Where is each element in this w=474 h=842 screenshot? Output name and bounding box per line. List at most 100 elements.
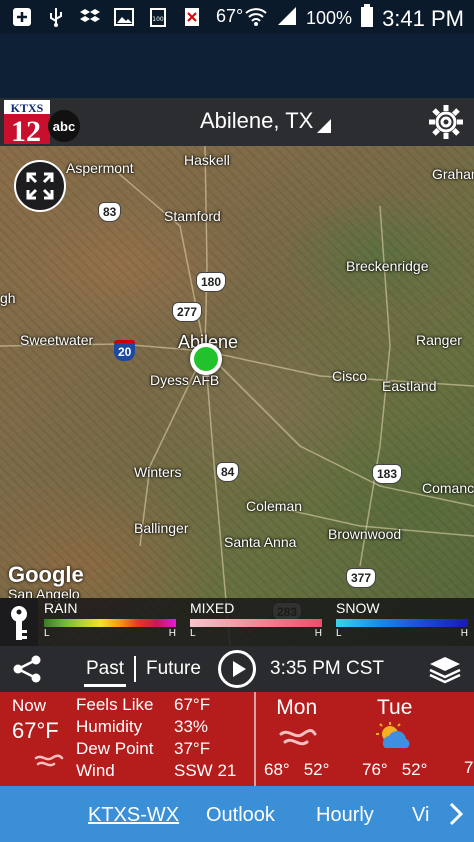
low-temp: 52° [303,760,330,779]
settings-button[interactable] [426,102,466,142]
banner-area [0,34,474,98]
status-bar: 100 67° 100% 3:41 PM [0,0,474,34]
share-button[interactable] [10,654,44,684]
weather-divider [254,692,256,786]
wind-icon [34,752,64,773]
tab-divider [134,656,136,682]
layers-button[interactable] [428,654,462,684]
city-label: Stamford [164,208,221,224]
city-label: Sweetwater [20,332,94,348]
city-label: Santa Anna [224,534,297,550]
highway-shield: 180 [196,272,227,292]
city-label: Brownwood [328,526,402,542]
city-label: Aspermont [66,160,134,176]
battery-icon [360,4,374,33]
wind-label: Wind [76,761,115,780]
city-label: Winters [134,464,182,480]
usb-icon [46,7,66,27]
legend-key-button[interactable] [0,598,38,646]
map-attribution: Google [8,562,84,587]
status-time: 3:41 PM [382,5,464,31]
day-name: Mon [276,696,318,719]
feels-like-label: Feels Like [76,695,154,714]
legend-mixed: MIXED LH [190,600,322,639]
low-temp: 52° [401,760,428,779]
city-label: Comanc [422,480,474,496]
humidity-label: Humidity [76,717,143,736]
city-label: gh [0,290,16,306]
legend-rain: RAIN LH [44,600,176,639]
svg-text:abc: abc [53,119,75,134]
add-icon [12,7,32,27]
precip-legend: RAIN LH MIXED LH SNOW LH [0,598,474,646]
feels-like-value: 67°F [174,695,211,714]
city-label: Cisco [332,368,368,384]
location-label: Abilene, TX [200,108,314,133]
high-temp: 68° [264,760,290,779]
nav-video[interactable]: Vi [412,804,429,827]
radar-timestamp: 3:35 PM CST [270,658,385,679]
partly-cloudy-icon [362,722,427,756]
share-icon [13,655,41,683]
forecast-day-mon[interactable]: Mon 68° 52° [264,696,329,780]
key-icon [11,606,27,640]
radar-controls: Past Future 3:35 PM CST [0,646,474,692]
app-header: KTXS 12 abc Abilene, TX [0,98,474,148]
city-label: Breckenridge [346,258,429,274]
fullscreen-button[interactable] [14,160,66,212]
chevron-right-icon[interactable] [448,802,464,826]
city-label: Graham [432,166,474,182]
dropbox-icon [80,7,100,27]
wind-icon [264,722,329,756]
rain-scale [44,619,176,627]
highway-shield: 84 [216,462,240,482]
active-tab-indicator [84,684,126,687]
city-label: Ballinger [134,520,189,536]
expand-icon [26,172,54,200]
legend-snow: SNOW LH [336,600,468,639]
nav-hourly[interactable]: Hourly [316,804,374,827]
partial-forecast-temp: 7 [464,758,474,777]
highway-shield: 83 [98,202,122,222]
high-temp: 76° [362,760,388,779]
radar-map[interactable]: Aspermont Haskell Graham Stamford Brecke… [0,146,474,646]
nav-outlook[interactable]: Outlook [206,804,275,827]
interstate-shield: 20 [114,340,136,361]
dew-point-label: Dew Point [76,739,154,758]
city-label: Haskell [184,152,230,168]
now-block: Now 67°F [12,696,59,744]
location-selector[interactable]: Abilene, TX [200,108,332,134]
current-conditions[interactable]: Now 67°F Feels Like 67°F Humidity 33% Dew … [0,692,474,786]
wind-value: SSW 21 [174,761,237,780]
city-label: Eastland [382,378,437,394]
city-label: Ranger [416,332,462,348]
tab-future[interactable]: Future [146,658,201,680]
forecast-day-tue[interactable]: Tue 76° 52° [362,696,427,780]
snow-scale [336,619,468,627]
image-icon [114,7,134,27]
dropdown-icon [317,119,332,133]
bottom-nav: KTXS-WX Outlook Hourly Vi [0,786,474,842]
highway-shield: 277 [172,302,203,322]
gear-icon [429,105,463,139]
humidity-value: 33% [174,717,209,736]
highway-shield: 377 [346,568,377,588]
battery-percent: 100% [306,8,353,28]
wifi-icon [244,6,268,31]
svg-text:100: 100 [152,16,164,23]
day-name: Tue [377,696,413,719]
svg-text:12: 12 [11,115,41,144]
status-temp: 67° [216,6,244,26]
signal-icon [276,6,298,31]
now-label: Now [12,696,47,715]
conditions-details: Feels Like 67°F Humidity 33% Dew Point 37°F… [76,694,236,782]
play-button[interactable] [218,650,256,688]
dew-point-value: 37°F [174,739,211,758]
close-icon [182,7,202,27]
tab-past[interactable]: Past [86,658,124,680]
nav-ktxs-wx[interactable]: KTXS-WX [88,804,179,827]
layers-icon [429,657,461,684]
city-label: Coleman [246,498,303,514]
station-logo: KTXS 12 abc [4,100,80,148]
location-marker[interactable] [190,343,222,375]
